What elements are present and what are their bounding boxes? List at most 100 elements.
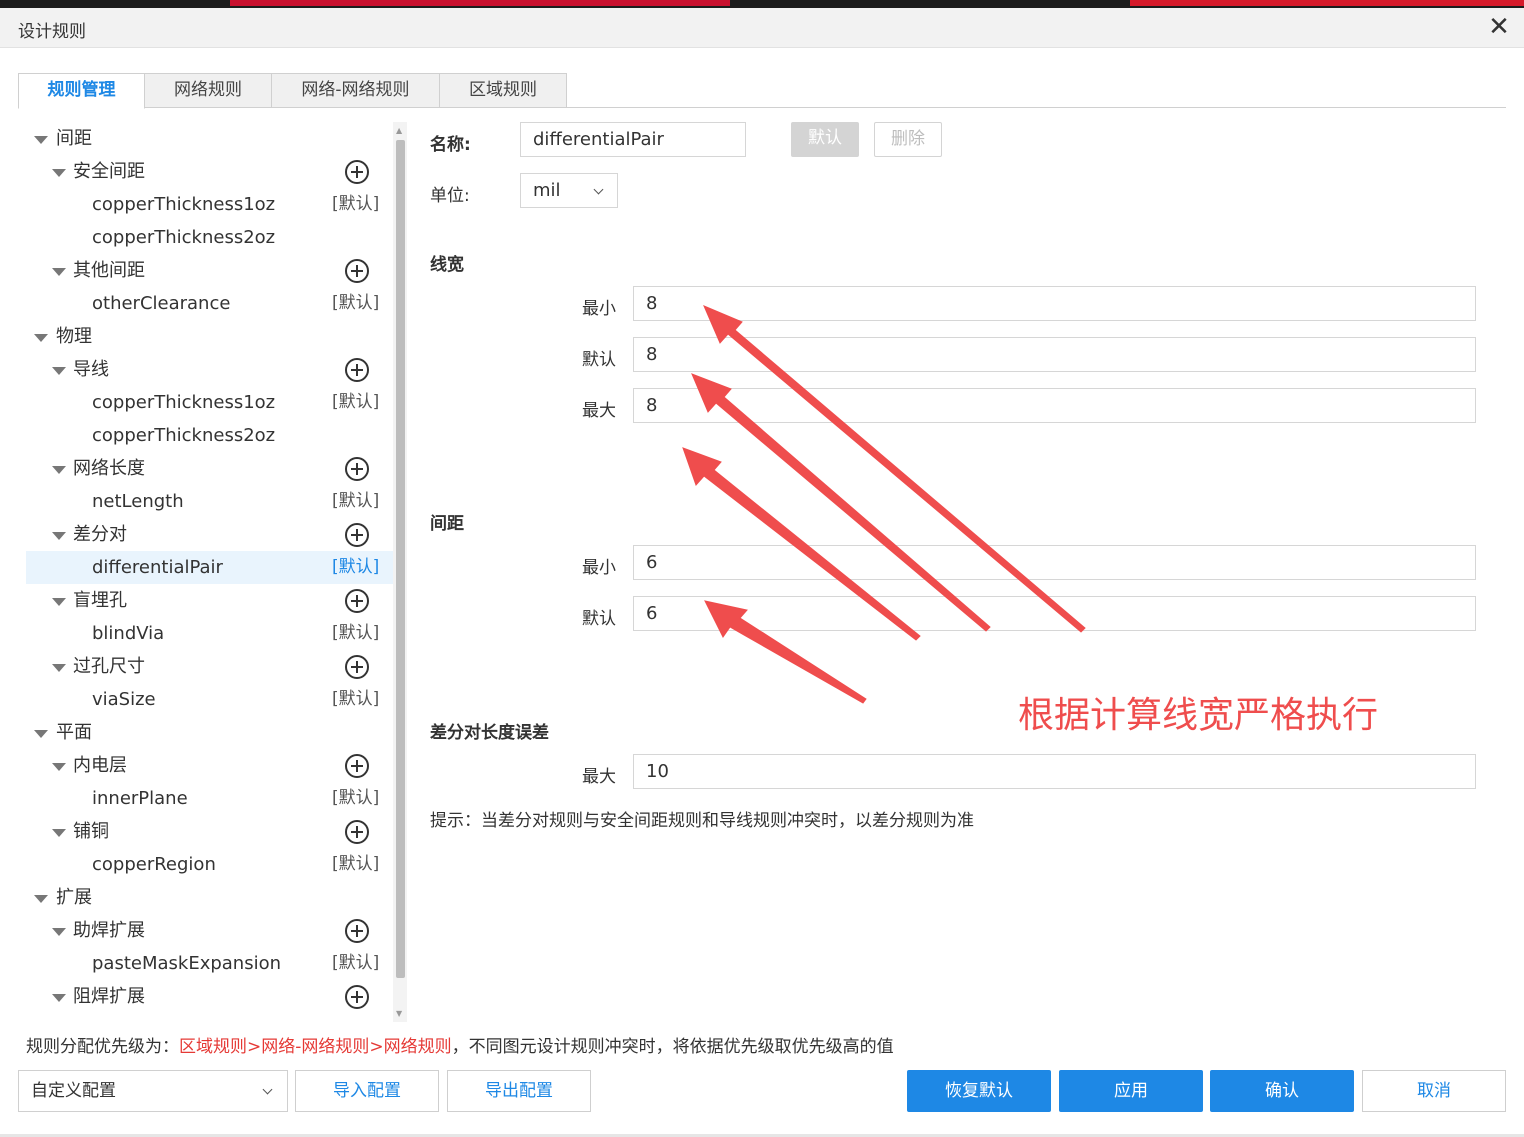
tree-group[interactable]: 差分对 bbox=[26, 518, 394, 551]
tab-net-net-rules[interactable]: 网络-网络规则 bbox=[271, 73, 440, 108]
width-min-input[interactable]: 8 bbox=[633, 286, 1476, 321]
caret-down-icon[interactable] bbox=[52, 928, 66, 936]
caret-down-icon[interactable] bbox=[34, 895, 48, 903]
tree-rule-item[interactable]: viaSize [默认] bbox=[26, 683, 394, 716]
default-tag[interactable]: [默认] bbox=[332, 386, 379, 419]
import-config-button[interactable]: 导入配置 bbox=[295, 1070, 439, 1112]
tree-label: 导线 bbox=[73, 359, 109, 380]
add-rule-icon[interactable] bbox=[345, 160, 369, 184]
length-max-input[interactable]: 10 bbox=[633, 754, 1476, 789]
width-default-input[interactable]: 8 bbox=[633, 337, 1476, 372]
tree-group[interactable]: 铺铜 bbox=[26, 815, 394, 848]
confirm-button[interactable]: 确认 bbox=[1210, 1070, 1354, 1112]
tree-category[interactable]: 物理 bbox=[26, 320, 394, 353]
name-input[interactable]: differentialPair bbox=[520, 122, 746, 157]
default-tag[interactable]: [默认] bbox=[332, 485, 379, 518]
tree-group[interactable]: 网络长度 bbox=[26, 452, 394, 485]
caret-down-icon[interactable] bbox=[52, 664, 66, 672]
width-max-label: 最大 bbox=[582, 401, 616, 421]
cancel-button[interactable]: 取消 bbox=[1362, 1070, 1506, 1112]
add-rule-icon[interactable] bbox=[345, 589, 369, 613]
tree-label: copperThickness2oz bbox=[92, 425, 276, 446]
default-tag[interactable]: [默认] bbox=[332, 947, 379, 980]
tree-rule-item[interactable]: copperRegion [默认] bbox=[26, 848, 394, 881]
tree-rule-item[interactable]: blindVia [默认] bbox=[26, 617, 394, 650]
tree-label: 盲埋孔 bbox=[73, 590, 127, 611]
tree-group[interactable]: 阻焊扩展 bbox=[26, 980, 394, 1013]
width-max-input[interactable]: 8 bbox=[633, 388, 1476, 423]
tree-group[interactable]: 内电层 bbox=[26, 749, 394, 782]
unit-select[interactable]: mil bbox=[520, 173, 618, 208]
caret-down-icon[interactable] bbox=[52, 367, 66, 375]
tab-region-rules[interactable]: 区域规则 bbox=[439, 73, 567, 108]
caret-down-icon[interactable] bbox=[52, 532, 66, 540]
tab-net-rules[interactable]: 网络规则 bbox=[144, 73, 272, 108]
gap-default-input[interactable]: 6 bbox=[633, 596, 1476, 631]
priority-suffix: ，不同图元设计规则冲突时，将依据优先级取优先级高的值 bbox=[451, 1037, 894, 1057]
tree-label: otherClearance bbox=[92, 293, 231, 314]
add-rule-icon[interactable] bbox=[345, 820, 369, 844]
tree-rule-item[interactable]: otherClearance [默认] bbox=[26, 287, 394, 320]
default-tag[interactable]: [默认] bbox=[332, 551, 379, 584]
delete-button[interactable]: 删除 bbox=[874, 122, 942, 157]
default-tag[interactable]: [默认] bbox=[332, 782, 379, 815]
priority-prefix: 规则分配优先级为： bbox=[26, 1037, 179, 1057]
add-rule-icon[interactable] bbox=[345, 919, 369, 943]
default-tag[interactable]: [默认] bbox=[332, 287, 379, 320]
scrollbar-thumb[interactable] bbox=[396, 140, 405, 978]
caret-down-icon[interactable] bbox=[34, 136, 48, 144]
default-tag[interactable]: [默认] bbox=[332, 683, 379, 716]
tree-rule-item[interactable]: copperThickness2oz bbox=[26, 221, 394, 254]
tree-group[interactable]: 过孔尺寸 bbox=[26, 650, 394, 683]
tree-label: 阻焊扩展 bbox=[73, 986, 145, 1007]
section-gap: 间距 bbox=[430, 514, 464, 534]
restore-default-button[interactable]: 恢复默认 bbox=[907, 1070, 1051, 1112]
add-rule-icon[interactable] bbox=[345, 523, 369, 547]
tab-rule-management[interactable]: 规则管理 bbox=[18, 73, 145, 109]
caret-down-icon[interactable] bbox=[52, 763, 66, 771]
caret-down-icon[interactable] bbox=[52, 169, 66, 177]
caret-down-icon[interactable] bbox=[52, 829, 66, 837]
tree-scrollbar[interactable]: ▲ ▼ bbox=[393, 122, 407, 1022]
default-tag[interactable]: [默认] bbox=[332, 617, 379, 650]
caret-down-icon[interactable] bbox=[52, 598, 66, 606]
add-rule-icon[interactable] bbox=[345, 358, 369, 382]
chevron-down-icon bbox=[593, 184, 604, 195]
section-length-tolerance: 差分对长度误差 bbox=[430, 723, 549, 743]
add-rule-icon[interactable] bbox=[345, 457, 369, 481]
tree-group[interactable]: 其他间距 bbox=[26, 254, 394, 287]
add-rule-icon[interactable] bbox=[345, 754, 369, 778]
caret-down-icon[interactable] bbox=[34, 334, 48, 342]
tree-label: differentialPair bbox=[92, 557, 223, 578]
close-icon[interactable]: ✕ bbox=[1484, 12, 1514, 42]
gap-min-input[interactable]: 6 bbox=[633, 545, 1476, 580]
set-default-button[interactable]: 默认 bbox=[791, 122, 859, 157]
tree-rule-item[interactable]: differentialPair [默认] bbox=[26, 551, 394, 584]
tree-rule-item[interactable]: netLength [默认] bbox=[26, 485, 394, 518]
tree-rule-item[interactable]: innerPlane [默认] bbox=[26, 782, 394, 815]
apply-button[interactable]: 应用 bbox=[1059, 1070, 1203, 1112]
tree-rule-item[interactable]: copperThickness1oz [默认] bbox=[26, 386, 394, 419]
caret-down-icon[interactable] bbox=[52, 268, 66, 276]
tree-category[interactable]: 扩展 bbox=[26, 881, 394, 914]
tree-rule-item[interactable]: copperThickness2oz bbox=[26, 419, 394, 452]
default-tag[interactable]: [默认] bbox=[332, 188, 379, 221]
caret-down-icon[interactable] bbox=[52, 994, 66, 1002]
caret-down-icon[interactable] bbox=[34, 730, 48, 738]
tree-category[interactable]: 间距 bbox=[26, 122, 394, 155]
add-rule-icon[interactable] bbox=[345, 655, 369, 679]
tree-group[interactable]: 助焊扩展 bbox=[26, 914, 394, 947]
add-rule-icon[interactable] bbox=[345, 985, 369, 1009]
tree-group[interactable]: 安全间距 bbox=[26, 155, 394, 188]
tree-group[interactable]: 盲埋孔 bbox=[26, 584, 394, 617]
caret-down-icon[interactable] bbox=[52, 466, 66, 474]
tree-label: 扩展 bbox=[56, 887, 92, 908]
tree-rule-item[interactable]: copperThickness1oz [默认] bbox=[26, 188, 394, 221]
tree-category[interactable]: 平面 bbox=[26, 716, 394, 749]
tree-rule-item[interactable]: pasteMaskExpansion [默认] bbox=[26, 947, 394, 980]
tree-group[interactable]: 导线 bbox=[26, 353, 394, 386]
default-tag[interactable]: [默认] bbox=[332, 848, 379, 881]
export-config-button[interactable]: 导出配置 bbox=[447, 1070, 591, 1112]
add-rule-icon[interactable] bbox=[345, 259, 369, 283]
config-select[interactable]: 自定义配置 bbox=[18, 1070, 288, 1112]
